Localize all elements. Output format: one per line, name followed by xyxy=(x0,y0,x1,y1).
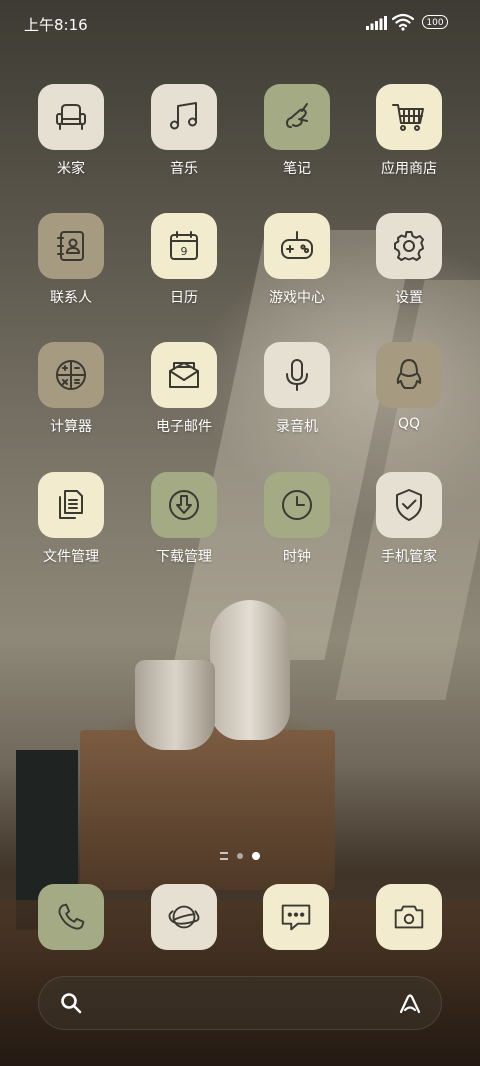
message-icon xyxy=(281,904,311,931)
dock-messages-button[interactable] xyxy=(263,884,329,950)
search-icon xyxy=(61,993,82,1014)
app-calculator[interactable]: 计算器 xyxy=(21,342,121,436)
files-icon[interactable] xyxy=(38,472,104,538)
app-label: 应用商店 xyxy=(381,161,437,177)
app-label: 联系人 xyxy=(50,290,92,306)
app-qq[interactable]: QQ xyxy=(359,342,459,432)
calendar-date: 9 xyxy=(181,245,188,258)
search-bar[interactable] xyxy=(38,976,442,1030)
wallpaper-vase xyxy=(210,600,290,740)
camera-icon xyxy=(394,905,424,929)
phone-icon xyxy=(58,903,85,930)
wifi-icon xyxy=(392,13,414,31)
status-bar: 上午8:16 100 xyxy=(0,0,480,44)
app-label: 游戏中心 xyxy=(269,290,325,306)
calendar-icon[interactable]: 9 xyxy=(151,213,217,279)
clock-icon[interactable] xyxy=(264,472,330,538)
dock-phone-button[interactable] xyxy=(38,884,104,950)
wallpaper-pot xyxy=(135,660,215,750)
contacts-book-icon[interactable] xyxy=(38,213,104,279)
app-game-center[interactable]: 游戏中心 xyxy=(247,213,347,307)
gear-icon[interactable] xyxy=(376,213,442,279)
notes-icon[interactable] xyxy=(264,84,330,150)
app-clock[interactable]: 时钟 xyxy=(247,472,347,566)
app-notes[interactable]: 笔记 xyxy=(247,84,347,178)
app-label: 设置 xyxy=(395,290,423,306)
app-label: 日历 xyxy=(170,290,198,306)
page-indicator-dot[interactable] xyxy=(237,853,243,859)
dock-camera-button[interactable] xyxy=(376,884,442,950)
music-note-icon[interactable] xyxy=(151,84,217,150)
page-indicator-list[interactable] xyxy=(220,852,228,860)
cellular-signal-icon xyxy=(366,16,387,30)
page-indicator-dot-active[interactable] xyxy=(252,852,260,860)
battery-indicator: 100 xyxy=(422,15,448,29)
app-settings[interactable]: 设置 xyxy=(359,213,459,307)
app-label: 米家 xyxy=(57,161,85,177)
app-mijia[interactable]: 米家 xyxy=(21,84,121,178)
app-label: 电子邮件 xyxy=(156,419,212,435)
download-icon[interactable] xyxy=(151,472,217,538)
app-label: QQ xyxy=(397,416,421,432)
qq-penguin-icon[interactable] xyxy=(376,342,442,408)
shopping-cart-icon[interactable] xyxy=(376,84,442,150)
shield-check-icon[interactable] xyxy=(376,472,442,538)
search-input[interactable] xyxy=(99,987,373,1021)
app-store[interactable]: 应用商店 xyxy=(359,84,459,178)
app-label: 音乐 xyxy=(170,161,198,177)
app-label: 笔记 xyxy=(283,161,311,177)
app-label: 计算器 xyxy=(50,419,92,435)
xiaoai-assistant-icon[interactable] xyxy=(397,991,423,1017)
app-label: 手机管家 xyxy=(381,549,437,565)
gamepad-icon[interactable] xyxy=(264,213,330,279)
app-recorder[interactable]: 录音机 xyxy=(247,342,347,436)
app-label: 文件管理 xyxy=(43,549,99,565)
app-music[interactable]: 音乐 xyxy=(134,84,234,178)
microphone-icon[interactable] xyxy=(264,342,330,408)
page-indicator[interactable] xyxy=(220,851,264,861)
app-downloads[interactable]: 下载管理 xyxy=(134,472,234,566)
calculator-icon[interactable] xyxy=(38,342,104,408)
app-label: 下载管理 xyxy=(156,549,212,565)
dock-browser-button[interactable] xyxy=(151,884,217,950)
app-label: 录音机 xyxy=(276,419,318,435)
app-security[interactable]: 手机管家 xyxy=(359,472,459,566)
app-email[interactable]: 电子邮件 xyxy=(134,342,234,436)
email-icon[interactable] xyxy=(151,342,217,408)
app-contacts[interactable]: 联系人 xyxy=(21,213,121,307)
status-time: 上午8:16 xyxy=(24,16,88,34)
mijia-chair-icon[interactable] xyxy=(38,84,104,150)
wallpaper-table xyxy=(80,730,335,890)
app-calendar[interactable]: 9 日历 xyxy=(134,213,234,307)
browser-planet-icon xyxy=(168,905,200,929)
app-label: 时钟 xyxy=(283,549,311,565)
app-file-manager[interactable]: 文件管理 xyxy=(21,472,121,566)
